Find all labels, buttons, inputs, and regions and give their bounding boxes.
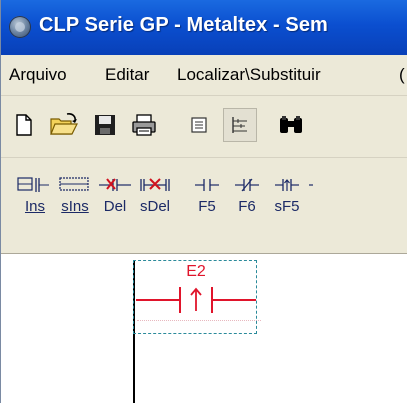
standard-toolbar xyxy=(1,96,407,158)
title-bar[interactable]: CLP Serie GP - Metaltex - Sem xyxy=(1,0,407,55)
ladder-view-icon xyxy=(232,117,247,133)
rising-edge-contact-symbol xyxy=(136,287,256,313)
shift-insert-icon xyxy=(59,177,89,191)
binoculars-find-icon xyxy=(280,116,302,133)
menu-localizar-substituir[interactable]: Localizar\Substituir xyxy=(177,65,321,85)
shift-delete-icon xyxy=(140,178,170,191)
delete-button[interactable]: Del xyxy=(95,166,135,222)
shift-insert-label: sIns xyxy=(61,198,89,215)
nc-contact-icon xyxy=(235,178,259,192)
list-view-button[interactable] xyxy=(184,110,214,140)
ladder-toolbar: Ins sIns Del sDel F5 F6 sF5 xyxy=(1,158,407,254)
print-button[interactable] xyxy=(129,110,159,140)
sf5-label: sF5 xyxy=(274,198,300,215)
insert-row-icon xyxy=(17,177,49,192)
globe-app-icon[interactable] xyxy=(9,16,31,38)
save-button[interactable] xyxy=(90,110,120,140)
ladder-view-button[interactable] xyxy=(223,108,257,142)
list-view-icon xyxy=(191,117,207,133)
save-disk-icon xyxy=(95,115,115,135)
no-contact-icon xyxy=(195,179,219,191)
delete-icon xyxy=(99,178,131,191)
shift-insert-button[interactable]: sIns xyxy=(55,166,95,222)
menu-editar[interactable]: Editar xyxy=(105,65,149,85)
window-title: CLP Serie GP - Metaltex - Sem xyxy=(39,14,328,36)
find-button[interactable] xyxy=(276,110,306,140)
no-contact-button[interactable]: F5 xyxy=(187,166,227,222)
open-folder-icon xyxy=(50,113,78,135)
application-window: CLP Serie GP - Metaltex - Sem Arquivo Ed… xyxy=(0,0,407,403)
shift-delete-button[interactable]: sDel xyxy=(135,166,175,222)
menu-arquivo[interactable]: Arquivo xyxy=(9,65,67,85)
delete-label: Del xyxy=(103,198,127,215)
new-file-icon xyxy=(16,114,32,136)
ladder-editor[interactable]: E2 xyxy=(1,254,407,403)
print-icon xyxy=(132,114,156,136)
contact-label: E2 xyxy=(186,263,206,280)
rising-edge-button[interactable]: sF5 xyxy=(267,166,307,222)
menu-item-cut-off[interactable]: ( xyxy=(399,65,407,85)
selected-ladder-cell[interactable]: E2 xyxy=(133,260,257,334)
cut-off-contact-icon xyxy=(309,184,313,186)
rising-edge-contact-icon xyxy=(275,179,299,191)
shift-delete-label: sDel xyxy=(139,198,170,215)
insert-label: Ins xyxy=(24,198,45,215)
f5-label: F5 xyxy=(198,198,216,215)
cut-off-button[interactable] xyxy=(307,166,313,222)
nc-contact-button[interactable]: F6 xyxy=(227,166,267,222)
f6-label: F6 xyxy=(238,198,256,215)
new-file-button[interactable] xyxy=(9,110,39,140)
open-folder-button[interactable] xyxy=(49,110,79,140)
menu-bar: Arquivo Editar Localizar\Substituir ( xyxy=(1,55,407,96)
insert-row-button[interactable]: Ins xyxy=(15,166,55,222)
